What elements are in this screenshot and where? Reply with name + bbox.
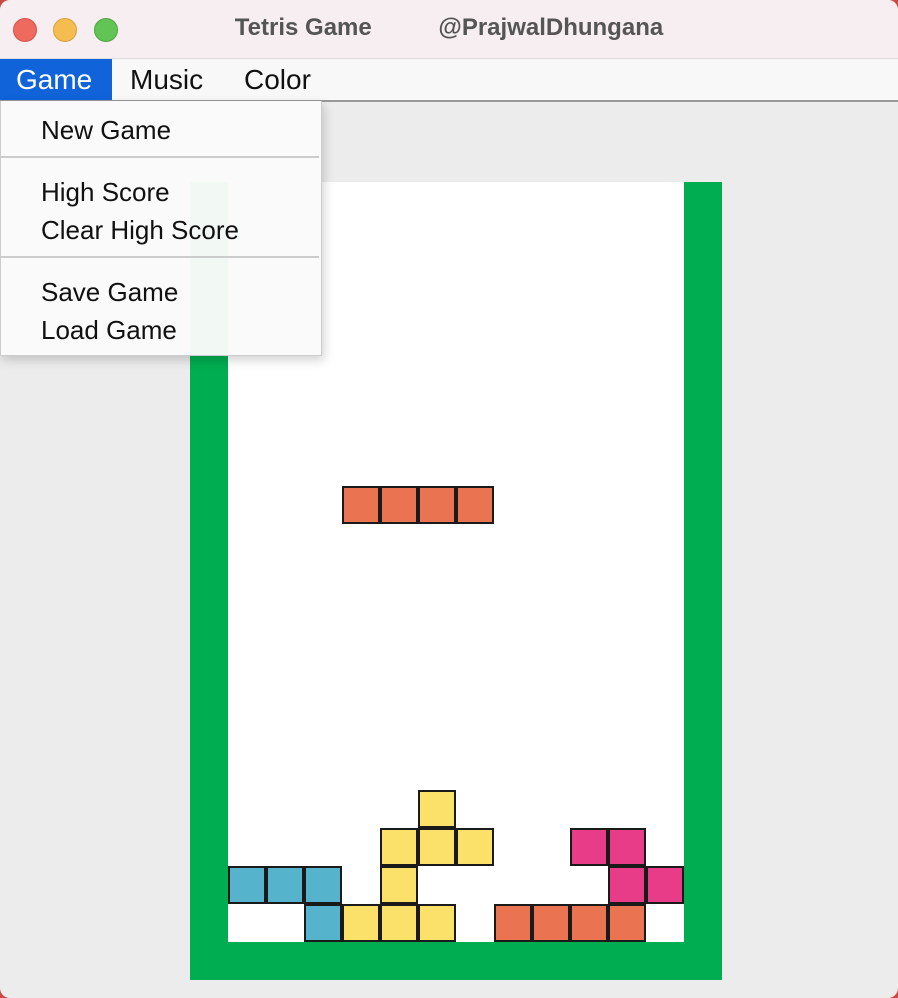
settled-block — [418, 790, 456, 828]
settled-block — [608, 828, 646, 866]
settled-block — [266, 866, 304, 904]
menu-bar: Game Music Color — [0, 59, 898, 102]
settled-block — [228, 866, 266, 904]
falling-piece-block — [418, 486, 456, 524]
settled-block — [608, 904, 646, 942]
settled-block — [380, 866, 418, 904]
settled-block — [304, 904, 342, 942]
settled-block — [532, 904, 570, 942]
menu-separator — [1, 256, 319, 258]
settled-block — [570, 828, 608, 866]
settled-block — [380, 904, 418, 942]
settled-block — [418, 904, 456, 942]
settled-block — [380, 828, 418, 866]
menu-separator — [1, 156, 319, 158]
menu-game[interactable]: Game — [0, 59, 112, 100]
settled-block — [494, 904, 532, 942]
settled-block — [304, 866, 342, 904]
settled-block — [456, 828, 494, 866]
title-bar: Tetris Game @PrajwalDhungana — [0, 0, 898, 59]
settled-block — [570, 904, 608, 942]
settled-block — [608, 866, 646, 904]
menu-music[interactable]: Music — [114, 59, 219, 100]
app-window: Tetris Game @PrajwalDhungana Game Music … — [0, 0, 898, 998]
falling-piece-block — [342, 486, 380, 524]
game-menu-dropdown: New Game High Score Clear High Score Sav… — [0, 101, 322, 356]
settled-block — [342, 904, 380, 942]
settled-block — [646, 866, 684, 904]
menu-item-new-game[interactable]: New Game — [41, 112, 171, 148]
menu-color[interactable]: Color — [228, 59, 327, 100]
menu-item-load-game[interactable]: Load Game — [41, 312, 177, 348]
menu-item-save-game[interactable]: Save Game — [41, 274, 178, 310]
settled-block — [418, 828, 456, 866]
menu-item-clear-high-score[interactable]: Clear High Score — [41, 212, 239, 248]
falling-piece-block — [380, 486, 418, 524]
falling-piece-block — [456, 486, 494, 524]
window-title: Tetris Game @PrajwalDhungana — [234, 14, 664, 41]
menu-item-high-score[interactable]: High Score — [41, 174, 170, 210]
